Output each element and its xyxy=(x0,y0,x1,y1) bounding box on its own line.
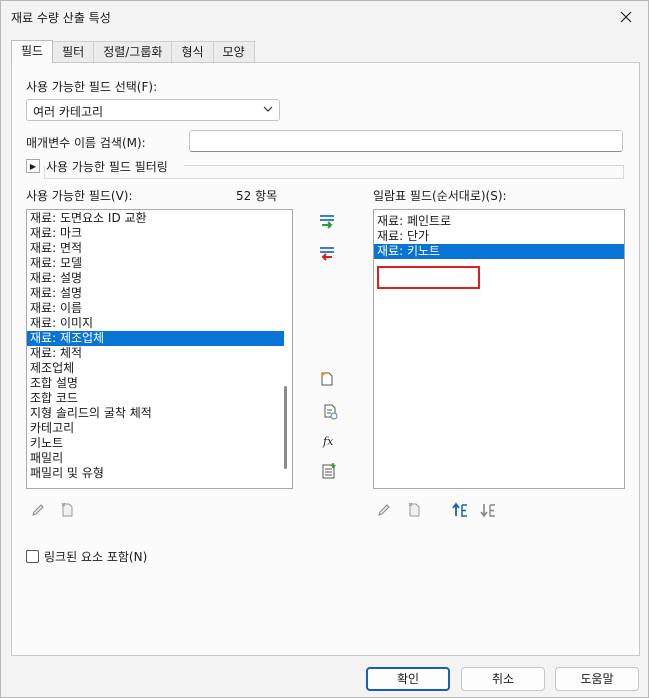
list-item[interactable]: 재료: 모델 xyxy=(27,256,292,271)
highlight-box xyxy=(377,266,480,289)
list-item[interactable]: 재료: 이름 xyxy=(27,301,292,316)
list-item[interactable]: 재료: 설명 xyxy=(27,286,292,301)
list-item[interactable]: 재료: 이미지 xyxy=(27,316,292,331)
add-field-icon xyxy=(320,215,334,229)
delete-parameter-icon xyxy=(61,502,73,517)
new-parameter-button[interactable] xyxy=(317,369,337,389)
combine-parameters-button[interactable] xyxy=(319,461,339,481)
formula-fx-icon: fx xyxy=(322,435,334,448)
cancel-button[interactable]: 취소 xyxy=(461,667,545,691)
calculated-value-button[interactable]: fx xyxy=(319,431,339,451)
shared-parameter-button[interactable] xyxy=(321,402,341,422)
expand-arrow-icon: ▶ xyxy=(29,161,37,171)
param-search-label: 매개변수 이름 검색(M): xyxy=(26,136,146,150)
remove-field-icon xyxy=(320,247,334,261)
move-down-icon xyxy=(480,504,495,518)
include-linked-checkbox[interactable] xyxy=(26,550,39,563)
new-parameter-icon xyxy=(320,371,333,386)
include-linked-label: 링크된 요소 포함(N) xyxy=(44,550,148,564)
list-item[interactable]: 재료: 도면요소 ID 교환 xyxy=(27,211,292,226)
window-title: 재료 수량 산출 특성 xyxy=(11,11,111,25)
tab-strip: 필드 필터 정렬/그룹화 형식 모양 xyxy=(11,40,255,63)
tab-formatting[interactable]: 형식 xyxy=(171,41,214,62)
list-item-selected[interactable]: 재료: 키노트 xyxy=(374,244,624,259)
move-up-button[interactable] xyxy=(450,500,470,520)
shared-parameter-icon xyxy=(324,404,338,420)
list-item[interactable]: 재료: 설명 xyxy=(27,271,292,286)
list-item[interactable]: 키노트 xyxy=(27,436,292,451)
pencil-icon xyxy=(32,504,44,516)
help-button[interactable]: 도움말 xyxy=(555,667,639,691)
fields-tab-panel: 사용 가능한 필드 선택(F): 여러 카테고리 매개변수 이름 검색(M): … xyxy=(11,62,640,656)
available-fields-list[interactable]: 재료: 도면요소 ID 교환 재료: 마크 재료: 면적 재료: 모델 재료: … xyxy=(26,209,293,489)
list-item[interactable]: 지형 솔리드의 굴착 체적 xyxy=(27,406,292,421)
list-item[interactable]: 재료: 단가 xyxy=(374,229,624,244)
filter-area xyxy=(44,166,624,179)
combine-parameters-icon xyxy=(322,463,336,479)
available-fields-label: 사용 가능한 필드(V): xyxy=(26,189,133,203)
edit-parameter-button[interactable] xyxy=(28,500,48,520)
available-count: 52 항목 xyxy=(236,189,278,203)
tab-appearance[interactable]: 모양 xyxy=(212,41,255,62)
available-from-label: 사용 가능한 필드 선택(F): xyxy=(26,80,158,94)
list-item[interactable]: 재료: 마크 xyxy=(27,226,292,241)
scheduled-fields-label: 일람표 필드(순서대로)(S): xyxy=(373,189,507,203)
dialog-window: 재료 수량 산출 특성 필드 필터 정렬/그룹화 형식 모양 사용 가능한 필드… xyxy=(0,0,649,698)
svg-text:fx: fx xyxy=(322,435,334,448)
add-field-button[interactable] xyxy=(317,211,337,231)
edit-scheduled-button[interactable] xyxy=(374,500,394,520)
list-item[interactable]: 카테고리 xyxy=(27,421,292,436)
param-search-input[interactable] xyxy=(189,130,623,152)
list-item[interactable]: 재료: 면적 xyxy=(27,241,292,256)
list-item[interactable]: 재료: 페인트로 xyxy=(374,214,624,229)
close-icon xyxy=(620,11,632,23)
tab-fields[interactable]: 필드 xyxy=(11,40,54,63)
move-down-button[interactable] xyxy=(478,500,498,520)
available-from-dropdown[interactable]: 여러 카테고리 xyxy=(26,99,280,121)
list-item[interactable]: 패밀리 xyxy=(27,451,292,466)
close-button[interactable] xyxy=(612,5,640,29)
tab-sorting-grouping[interactable]: 정렬/그룹화 xyxy=(93,41,173,62)
remove-field-button[interactable] xyxy=(317,243,337,263)
delete-parameter-button[interactable] xyxy=(57,500,77,520)
list-item-selected[interactable]: 재료: 제조업체 xyxy=(27,331,284,346)
delete-parameter-icon xyxy=(408,502,420,517)
list-item[interactable]: 제조업체 xyxy=(27,361,292,376)
title-bar: 재료 수량 산출 특성 xyxy=(1,1,648,33)
ok-button[interactable]: 확인 xyxy=(366,667,450,691)
available-from-value: 여러 카테고리 xyxy=(33,105,104,119)
chevron-down-icon xyxy=(263,106,273,112)
filter-expander-button[interactable]: ▶ xyxy=(26,159,40,173)
list-item[interactable]: 조합 코드 xyxy=(27,391,292,406)
list-item[interactable]: 조합 설명 xyxy=(27,376,292,391)
pencil-icon xyxy=(378,504,390,516)
scheduled-fields-list[interactable]: 재료: 페인트로 재료: 단가 재료: 키노트 xyxy=(373,209,625,489)
move-up-icon xyxy=(452,502,467,517)
include-linked-row[interactable]: 링크된 요소 포함(N) xyxy=(26,548,147,565)
list-item[interactable]: 재료: 체적 xyxy=(27,346,292,361)
delete-scheduled-button[interactable] xyxy=(404,500,424,520)
list-item[interactable]: 패밀리 및 유형 xyxy=(27,466,292,481)
tab-filter[interactable]: 필터 xyxy=(52,41,95,62)
list-scrollbar-thumb[interactable] xyxy=(284,386,287,469)
